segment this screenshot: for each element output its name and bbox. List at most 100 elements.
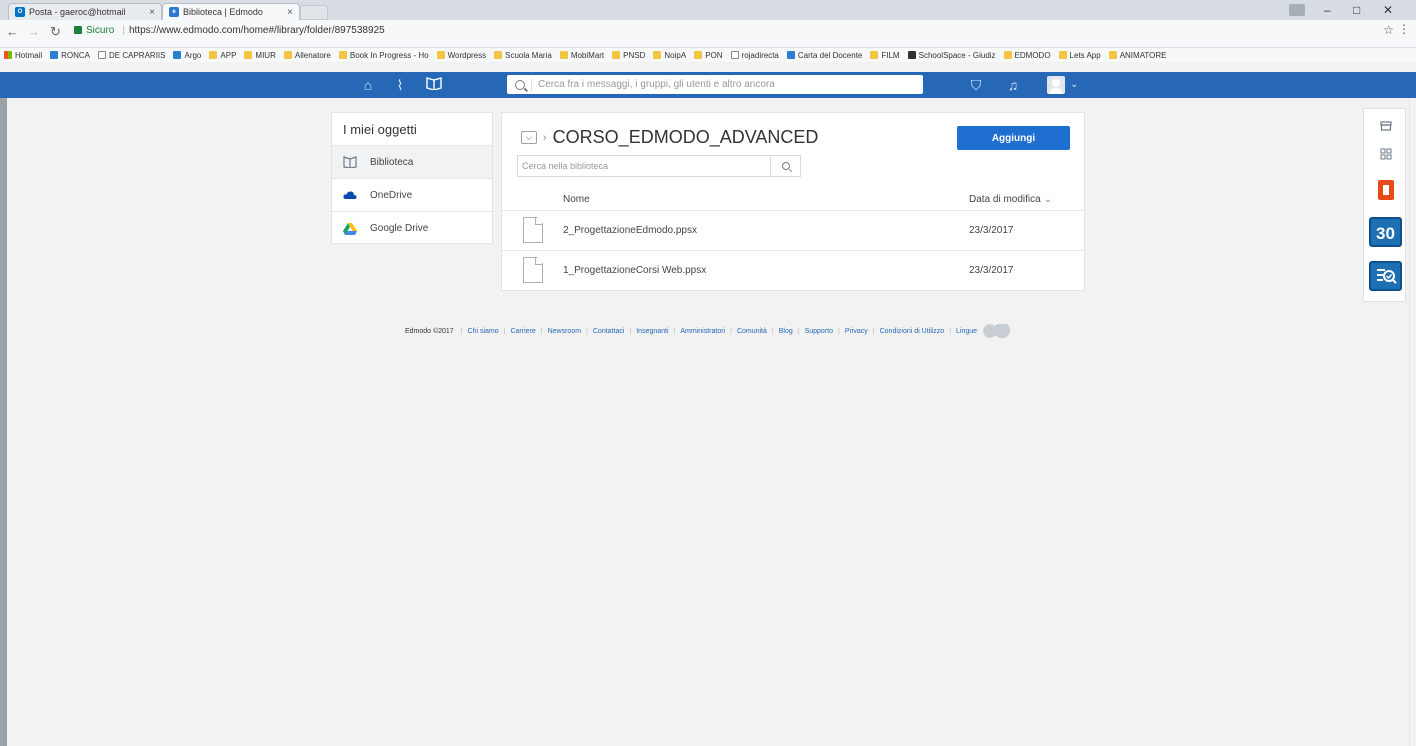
bookmark-item[interactable]: Allenatore [283,50,331,60]
close-window-icon[interactable]: ✕ [1383,0,1393,20]
bookmark-item[interactable]: APP [209,51,236,60]
bookmark-item[interactable]: Carta del Docente [786,51,862,60]
globe-icon[interactable] [981,324,1012,338]
close-tab-icon[interactable]: × [281,7,293,18]
browser-menu-icon[interactable]: ⋮ [1398,22,1410,36]
library-icon[interactable] [424,76,444,94]
footer-link[interactable]: Lingue [956,328,977,335]
apps-grid-icon[interactable] [1364,142,1407,166]
bookmark-icon [907,51,916,59]
bookmark-label: Allenatore [294,50,331,60]
bookmark-item[interactable]: SchoolSpace - Giudiz [907,51,996,60]
footer-link[interactable]: Chi siamo [468,328,499,335]
footer-link[interactable]: Contattaci [593,328,625,335]
activity-icon[interactable]: ⌇ [390,76,410,94]
footer-link[interactable]: Insegnanti [636,328,668,335]
store-icon[interactable] [1364,113,1407,139]
browser-tab-hotmail[interactable]: O Posta - gaeroc@hotmail × [8,3,162,20]
footer-link[interactable]: Supporto [805,328,833,335]
bookmark-item[interactable]: DE CAPRARIIS [98,51,165,60]
bookmark-item[interactable]: EDMODO [1003,51,1051,60]
bookmark-item[interactable]: Lets App [1058,50,1101,60]
backpack-icon[interactable]: ⛉ [966,76,986,94]
file-icon [523,257,543,283]
folder-icon [244,51,253,59]
scrollbar[interactable] [1409,98,1416,746]
reload-icon[interactable]: ↻ [50,24,61,40]
footer-link[interactable]: Newsroom [548,328,581,335]
folder-icon[interactable] [521,131,537,144]
footer-link[interactable]: Condizioni di Utilizzo [880,328,945,335]
breadcrumb: › CORSO_EDMODO_ADVANCED [521,127,818,148]
page-footer: Edmodo ©2017 | Chi siamo | Carriere | Newsroo… [0,324,1416,338]
sidebar-item-biblioteca[interactable]: Biblioteca [332,146,492,179]
bookmark-item[interactable]: Argo [173,51,201,60]
bookmark-item[interactable]: MobiMart [559,51,604,60]
footer-link[interactable]: Amministratori [680,328,725,335]
library-search-input[interactable] [518,156,770,176]
browser-tab-edmodo[interactable]: e Biblioteca | Edmodo × [162,3,300,20]
minimize-icon[interactable]: – [1324,0,1331,20]
folder-icon [653,51,662,59]
bookmark-item[interactable]: PNSD [612,51,645,60]
quiz-icon[interactable] [1364,259,1407,293]
bookmark-star-icon[interactable]: ☆ [1383,23,1394,37]
footer-link[interactable]: Carriere [510,328,535,335]
library-search-button[interactable] [770,156,800,176]
bookmark-item[interactable]: Book In Progress - Ho [338,50,429,60]
browser-tab-strip: O Posta - gaeroc@hotmail × e Biblioteca … [0,0,1416,20]
add-button[interactable]: Aggiungi [957,126,1070,150]
bookmark-item[interactable]: RONCA [50,51,90,60]
bookmark-item[interactable]: ANIMATORE [1108,51,1167,60]
maximize-icon[interactable]: □ [1353,0,1360,20]
bookmark-item[interactable]: MIUR [244,50,276,60]
edmodo-icon: e [169,7,179,17]
bookmark-label: Book In Progress - Ho [349,50,429,60]
bookmark-item[interactable]: rojadirecta [730,51,779,60]
global-search-input[interactable] [538,79,918,90]
folder-panel: › CORSO_EDMODO_ADVANCED Aggiungi Nome Da… [501,112,1086,291]
address-bar[interactable]: Sicuro | https://www.edmodo.com/home#/li… [74,23,1394,37]
bookmark-item[interactable]: Wordpress [436,51,486,60]
bookmark-label: MIUR [255,50,276,60]
close-tab-icon[interactable]: × [143,7,155,18]
column-name[interactable]: Nome [563,194,590,205]
forward-icon[interactable]: → [27,24,40,39]
calendar-icon[interactable]: 30 [1364,215,1407,249]
bookmark-label: DE CAPRARIIS [109,50,166,60]
avatar[interactable] [1047,76,1065,94]
table-row[interactable]: 2_ProgettazioneEdmodo.ppsx 23/3/2017 [502,211,1086,251]
folder-icon [559,51,568,59]
back-icon[interactable]: ← [6,24,19,39]
footer-link[interactable]: Blog [779,328,793,335]
footer-link[interactable]: Comunità [737,328,767,335]
url-text: https://www.edmodo.com/home#/library/fol… [128,24,385,36]
bell-icon[interactable]: ♫ [1003,76,1023,94]
table-row[interactable]: 1_ProgettazioneCorsi Web.ppsx 23/3/2017 [502,251,1086,291]
bookmark-item[interactable]: NoipA [653,51,686,60]
new-tab-button[interactable] [300,5,328,20]
file-name[interactable]: 2_ProgettazioneEdmodo.ppsx [563,225,697,236]
browser-profile-icon[interactable] [1289,4,1305,16]
bookmark-item[interactable]: FILM [870,51,900,60]
chevron-down-icon[interactable]: ⌄ [1070,79,1078,90]
tab-label: Biblioteca | Edmodo [183,7,263,17]
bookmark-item[interactable]: Scuola Maria [494,51,552,60]
bookmark-item[interactable]: PON [694,51,723,60]
bookmark-label: Lets App [1069,50,1101,60]
bookmark-item[interactable]: Hotmail [4,51,42,60]
file-name[interactable]: 1_ProgettazioneCorsi Web.ppsx [563,265,706,276]
folder-icon [283,51,292,59]
sidebar-item-onedrive[interactable]: OneDrive [332,179,492,212]
tab-label: Posta - gaeroc@hotmail [29,7,126,17]
global-search[interactable] [507,75,923,94]
home-icon[interactable]: ⌂ [358,76,378,94]
footer-link[interactable]: Privacy [845,328,868,335]
outlook-icon: O [15,7,25,17]
file-icon [523,217,543,243]
column-date[interactable]: Data di modifica ⌄ [969,194,1052,205]
office-icon[interactable] [1364,177,1407,203]
folder-icon [1058,51,1067,59]
search-icon [515,79,525,90]
sidebar-item-google-drive[interactable]: Google Drive [332,212,492,245]
